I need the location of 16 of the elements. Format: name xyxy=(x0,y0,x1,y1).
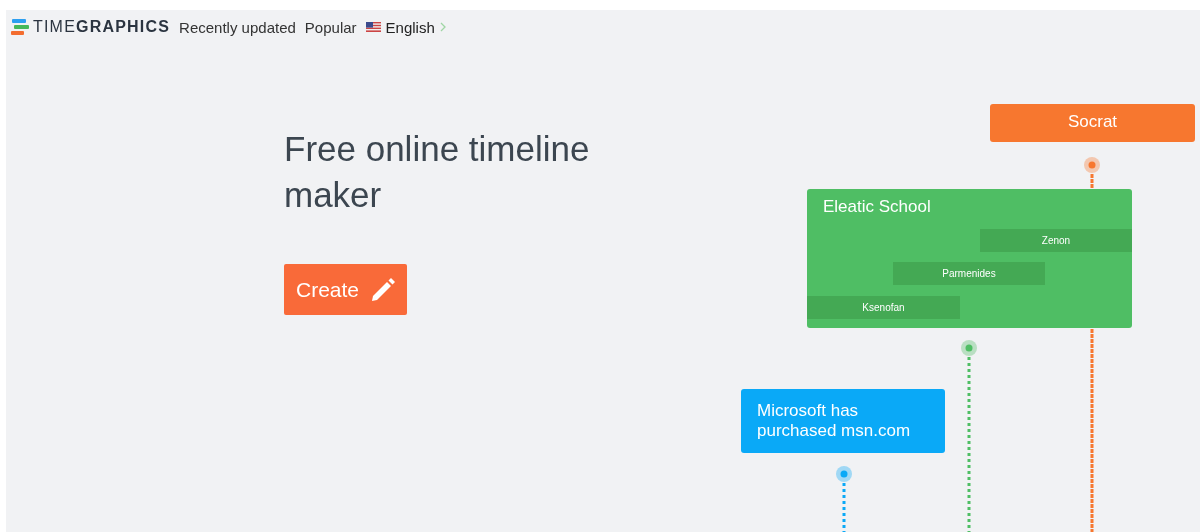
event-title: Microsoft has purchased msn.com xyxy=(756,400,912,441)
nav-link[interactable]: Popular xyxy=(304,18,357,36)
event-title: Socrat xyxy=(1066,111,1119,132)
pencil-icon xyxy=(369,275,398,304)
timeline-marker xyxy=(836,466,852,532)
member-bar: Ksenofan xyxy=(807,296,960,319)
nav-link[interactable]: Recently updated xyxy=(179,18,296,36)
hero-title: Free online timeline maker xyxy=(284,128,591,216)
language-selector[interactable]: English xyxy=(365,18,446,36)
event-title: Eleatic School xyxy=(822,196,932,217)
flag-icon xyxy=(365,22,381,32)
logo-link[interactable]: TIMEGRAPHICS xyxy=(11,18,171,36)
member-bar: Zenon xyxy=(980,229,1132,252)
chevron-icon xyxy=(439,22,446,32)
member-bar: Parmenides xyxy=(893,262,1045,285)
logo-icon xyxy=(11,19,29,35)
